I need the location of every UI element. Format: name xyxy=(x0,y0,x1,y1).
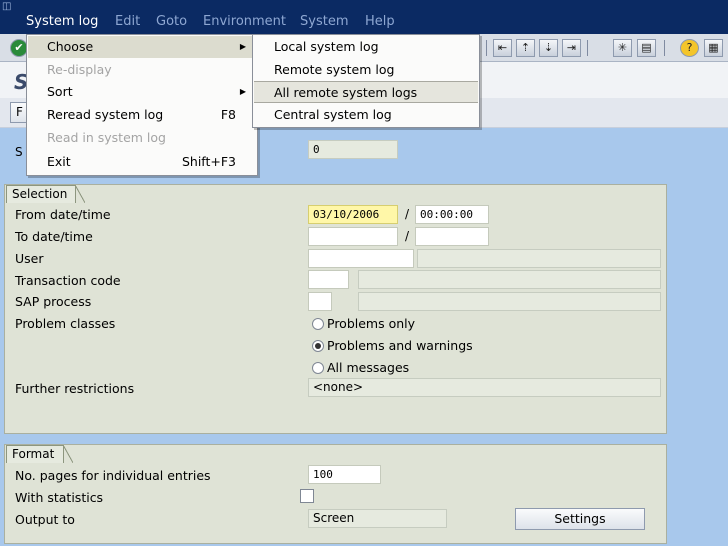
status-value: 0 xyxy=(308,140,398,159)
further-restrictions-label: Further restrictions xyxy=(15,381,135,396)
from-time-input[interactable]: 00:00:00 xyxy=(415,205,489,224)
last-page-icon[interactable]: ⇥ xyxy=(562,39,581,57)
menu-system[interactable]: System xyxy=(300,14,348,30)
output-to-label: Output to xyxy=(15,512,75,527)
problem-classes-label: Problem classes xyxy=(15,316,116,331)
format-group-title: Format xyxy=(6,445,73,463)
sap-process-description xyxy=(358,292,661,311)
new-session-icon[interactable]: ✳ xyxy=(613,39,632,57)
menu-item-redisplay: Re-display xyxy=(47,62,112,77)
submenu-local-system-log[interactable]: Local system log xyxy=(254,36,478,58)
radio-selected-icon[interactable] xyxy=(312,340,324,352)
previous-page-icon[interactable]: ⇡ xyxy=(516,39,535,57)
radio-problems-and-warnings[interactable]: Problems and warnings xyxy=(312,338,473,354)
system-log-dropdown: Choose ▶ Re-display Sort ▶ Reread system… xyxy=(26,34,258,176)
to-date-input[interactable] xyxy=(308,227,398,246)
user-label: User xyxy=(15,251,44,266)
window-menu-icon[interactable]: ◫ xyxy=(2,1,16,12)
menu-item-sort[interactable]: Sort ▶ xyxy=(28,81,256,103)
status-label: S xyxy=(15,145,23,159)
user-description xyxy=(417,249,661,268)
radio-all-messages[interactable]: All messages xyxy=(312,360,409,376)
submenu-remote-system-log[interactable]: Remote system log xyxy=(254,59,478,81)
radio-problems-only[interactable]: Problems only xyxy=(312,316,415,332)
choose-submenu: Local system log Remote system log All r… xyxy=(252,34,480,128)
menu-item-exit[interactable]: Exit Shift+F3 xyxy=(28,151,256,173)
menu-help[interactable]: Help xyxy=(365,14,395,30)
menu-item-choose[interactable]: Choose ▶ xyxy=(28,36,256,58)
transaction-code-description xyxy=(358,270,661,289)
from-datetime-label: From date/time xyxy=(15,207,111,222)
pages-label: No. pages for individual entries xyxy=(15,468,211,483)
menu-system-log[interactable]: System log xyxy=(26,14,98,30)
shortcut-icon[interactable]: ▤ xyxy=(637,39,656,57)
to-time-input[interactable] xyxy=(415,227,489,246)
menu-bar xyxy=(0,0,728,34)
sap-process-label: SAP process xyxy=(15,294,92,309)
help-icon[interactable]: ? xyxy=(680,39,699,57)
transaction-code-input[interactable] xyxy=(308,270,349,289)
menu-environment[interactable]: Environment xyxy=(203,14,286,30)
submenu-arrow-icon: ▶ xyxy=(239,42,246,51)
output-to-value: Screen xyxy=(308,509,447,528)
selection-group-title: Selection xyxy=(6,185,85,203)
next-page-icon[interactable]: ⇣ xyxy=(539,39,558,57)
to-datetime-label: To date/time xyxy=(15,229,93,244)
submenu-central-system-log[interactable]: Central system log xyxy=(254,104,478,126)
menu-item-read-in: Read in system log xyxy=(47,130,166,145)
submenu-arrow-icon: ▶ xyxy=(239,87,246,96)
statistics-checkbox[interactable] xyxy=(300,489,314,503)
radio-circle-icon[interactable] xyxy=(312,318,324,330)
menu-edit[interactable]: Edit xyxy=(115,14,140,30)
user-input[interactable] xyxy=(308,249,414,268)
pages-input[interactable]: 100 xyxy=(308,465,381,484)
from-date-input[interactable]: 03/10/2006 xyxy=(308,205,398,224)
first-page-icon[interactable]: ⇤ xyxy=(493,39,512,57)
radio-circle-icon[interactable] xyxy=(312,362,324,374)
further-restrictions-value[interactable]: <none> xyxy=(308,378,661,397)
settings-button[interactable]: Settings xyxy=(515,508,645,530)
statistics-label: With statistics xyxy=(15,490,104,505)
sap-process-input[interactable] xyxy=(308,292,332,311)
layout-menu-icon[interactable]: ▦ xyxy=(704,39,723,57)
menu-item-reread[interactable]: Reread system log F8 xyxy=(28,104,256,126)
submenu-all-remote-system-logs[interactable]: All remote system logs xyxy=(254,81,478,103)
transaction-code-label: Transaction code xyxy=(15,273,121,288)
menu-goto[interactable]: Goto xyxy=(156,14,187,30)
